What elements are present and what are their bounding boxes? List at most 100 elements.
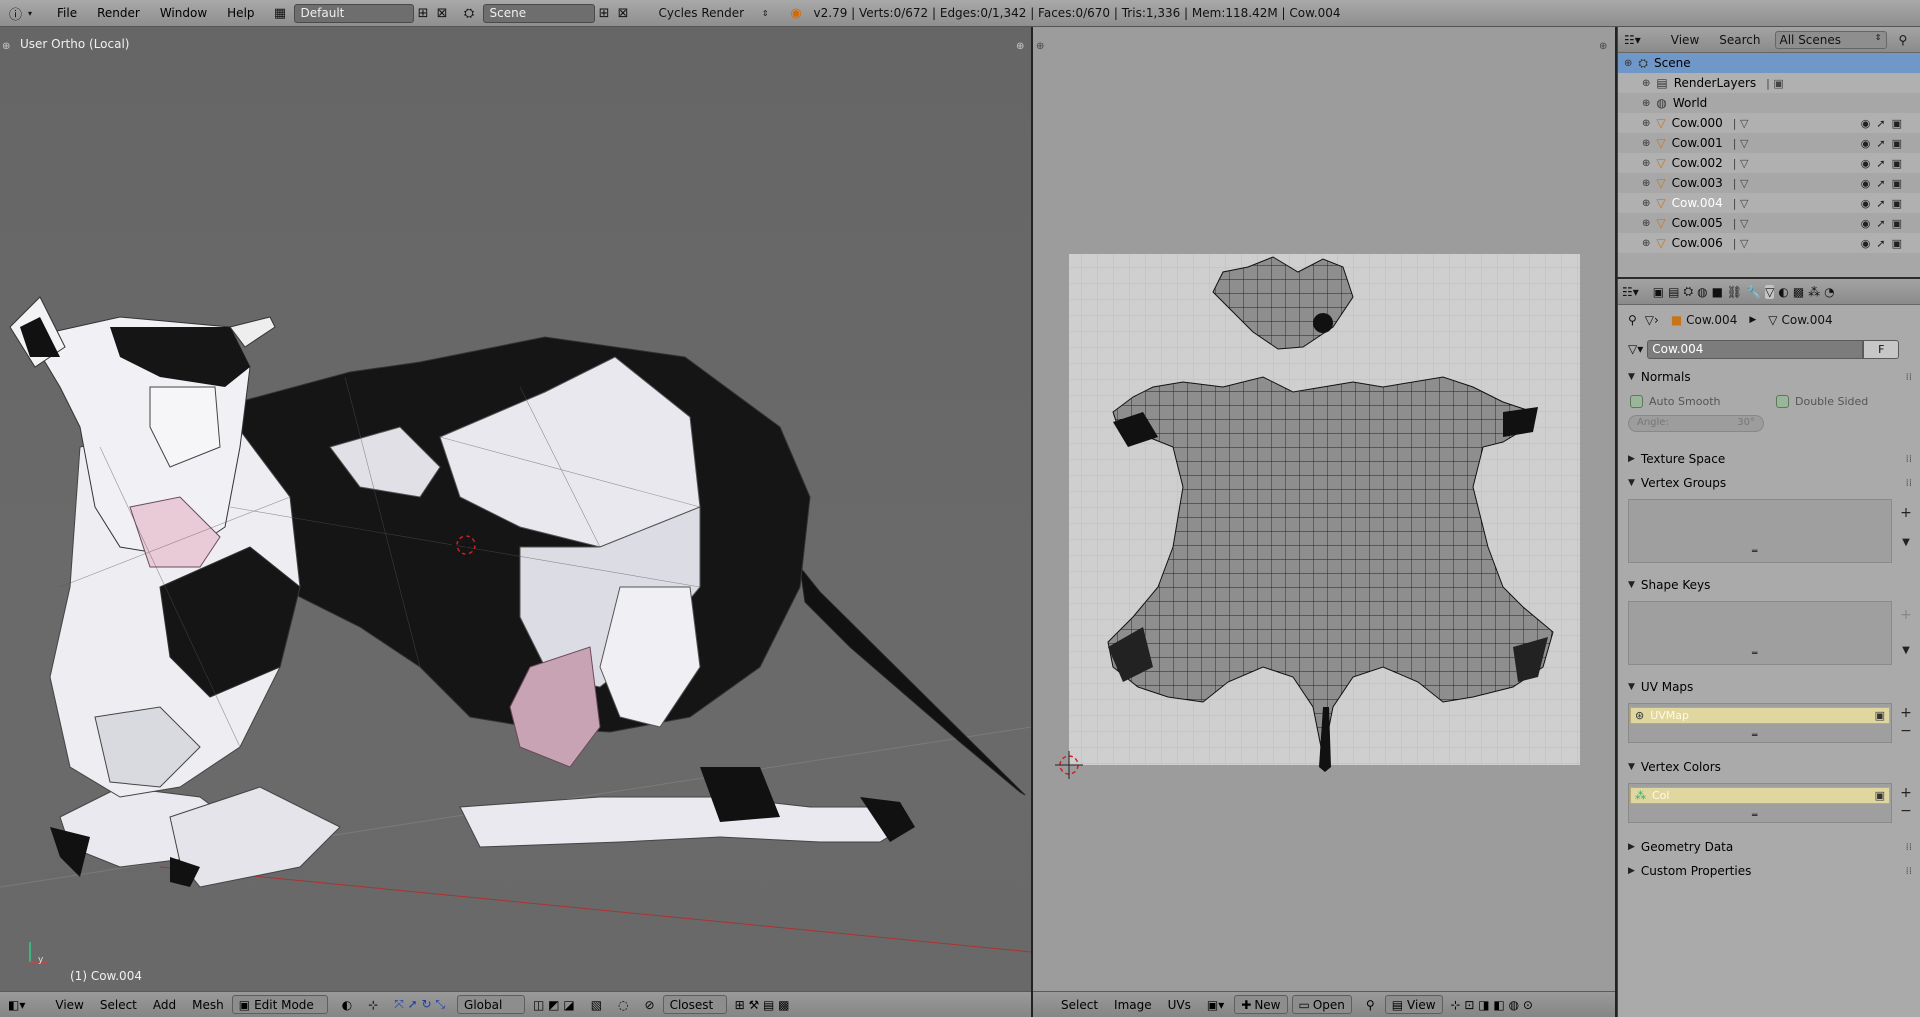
add-layout-icon[interactable]: ⊞ xyxy=(414,4,433,23)
mesh-data-icon[interactable]: | ▽ xyxy=(1733,177,1749,190)
vertex-groups-list[interactable] xyxy=(1628,499,1892,563)
drag-handle-icon[interactable]: ⁞⁞ xyxy=(1906,842,1912,853)
drag-handle-icon[interactable]: ⁞⁞ xyxy=(1906,478,1912,489)
scene-selector[interactable]: Scene xyxy=(482,3,595,23)
mesh-data-icon[interactable]: | ▽ xyxy=(1733,157,1749,170)
select-mode-icons[interactable]: ◫ ◩ ◪ xyxy=(525,998,583,1012)
pin-icon[interactable]: ⚲ xyxy=(1358,998,1383,1012)
angle-field[interactable]: Angle: 30° xyxy=(1628,415,1764,432)
visibility-toggle-icons[interactable]: ◉➚▣ xyxy=(1861,137,1908,150)
outliner-row-label[interactable]: Cow.001 xyxy=(1672,136,1723,150)
shape-keys-list[interactable] xyxy=(1628,601,1892,665)
chevron-down-icon[interactable]: ▾ xyxy=(25,4,35,23)
expand-icon[interactable]: ⊕ xyxy=(1642,138,1650,149)
outliner-view-menu[interactable]: View xyxy=(1671,33,1699,47)
outliner-row[interactable]: ⊕ ▤ RenderLayers | ▣ xyxy=(1618,73,1920,93)
outliner-row-label[interactable]: World xyxy=(1673,96,1707,110)
outliner-row[interactable]: ⊕ ▽ Cow.000 | ▽ ◉➚▣ xyxy=(1618,113,1920,133)
add-icon[interactable]: + xyxy=(1898,505,1914,521)
menu-image[interactable]: Image xyxy=(1106,998,1160,1012)
modifiers-tab-icon[interactable]: 🔧 xyxy=(1746,285,1761,299)
render-engine-selector[interactable]: Cycles Render ⇕ xyxy=(659,6,769,20)
outliner-row-label[interactable]: RenderLayers xyxy=(1674,76,1756,90)
menu-select-uv[interactable]: Select xyxy=(1053,998,1106,1012)
scene-tab-icon[interactable]: ⛭ xyxy=(1683,284,1693,299)
view-mode-selector[interactable]: ▤ View xyxy=(1384,995,1443,1014)
menu-help[interactable]: Help xyxy=(217,6,264,20)
mesh-data-icon[interactable]: | ▽ xyxy=(1733,237,1749,250)
snap-target-selector[interactable]: Closest xyxy=(662,995,727,1014)
panel-uv-maps-header[interactable]: ▼ UV Maps xyxy=(1618,675,1920,699)
double-sided-checkbox[interactable]: Double Sided xyxy=(1776,395,1868,408)
shading-icon[interactable]: ◐ xyxy=(334,998,360,1012)
object-tab-icon[interactable]: ■ xyxy=(1712,285,1723,299)
add-icon[interactable]: + xyxy=(1898,607,1914,623)
cow-mesh-view[interactable]: y xyxy=(0,27,1031,991)
list-resize-icon[interactable]: ═ xyxy=(1752,649,1757,659)
layers-tab-icon[interactable]: ▤ xyxy=(1668,285,1679,299)
menu-mesh[interactable]: Mesh xyxy=(184,998,232,1012)
pivot-icon[interactable]: ⊹ xyxy=(360,998,386,1012)
render-icons[interactable]: ⊞ ⚒ ▤ ▩ xyxy=(727,998,798,1012)
mesh-data-icon[interactable]: | ▽ xyxy=(1733,117,1749,130)
outliner-editor-icon[interactable]: ☷▾ xyxy=(1624,33,1641,47)
outliner-row-label[interactable]: Cow.003 xyxy=(1672,176,1723,190)
auto-smooth-checkbox[interactable]: Auto Smooth xyxy=(1630,395,1720,408)
expand-icon[interactable]: ⊕ xyxy=(1642,198,1650,209)
expand-icon[interactable]: ⊕ xyxy=(1642,178,1650,189)
fake-user-button[interactable]: F xyxy=(1863,339,1900,359)
particles-tab-icon[interactable]: ⁂ xyxy=(1808,285,1820,299)
menu-uvs[interactable]: UVs xyxy=(1160,998,1199,1012)
close-layout-icon[interactable]: ⊠ xyxy=(433,4,452,23)
chevron-down-icon[interactable]: ▼ xyxy=(1898,535,1914,551)
region-toggle-icon[interactable]: ⊕ xyxy=(1016,41,1024,52)
expand-icon[interactable]: ⊕ xyxy=(1642,158,1650,169)
outliner-row-label[interactable]: Cow.000 xyxy=(1672,116,1723,130)
visibility-toggle-icons[interactable]: ◉➚▣ xyxy=(1861,217,1908,230)
menu-view[interactable]: View xyxy=(47,998,91,1012)
mesh-data-icon[interactable]: | ▽ xyxy=(1733,217,1749,230)
snap-icon[interactable]: ⊘ xyxy=(637,998,663,1012)
render-active-icon[interactable]: ▣ xyxy=(1875,709,1885,722)
panel-vertex-colors-header[interactable]: ▼ Vertex Colors xyxy=(1618,755,1920,779)
scene-icon[interactable]: ⛭ xyxy=(460,4,479,23)
image-browse-icon[interactable]: ▣▾ xyxy=(1199,998,1232,1012)
menu-file[interactable]: File xyxy=(47,6,87,20)
outliner-row[interactable]: ⊕ ◍ World xyxy=(1618,93,1920,113)
panel-normals-header[interactable]: ▼ Normals ⁞⁞ xyxy=(1618,365,1920,389)
occlude-icon[interactable]: ▧ xyxy=(583,998,610,1012)
layout-selector[interactable]: Default xyxy=(293,3,414,23)
panel-shape-keys-header[interactable]: ▼ Shape Keys xyxy=(1618,573,1920,597)
outliner-row[interactable]: ⊕ ▽ Cow.001 | ▽ ◉➚▣ xyxy=(1618,133,1920,153)
mesh-data-icon[interactable]: | ▽ xyxy=(1733,197,1749,210)
expand-icon[interactable]: ⊕ xyxy=(1642,218,1650,229)
panel-texture-space-header[interactable]: ▶ Texture Space ⁞⁞ xyxy=(1618,447,1920,471)
outliner-row-label[interactable]: Cow.006 xyxy=(1672,236,1723,250)
render-active-icon[interactable]: ▣ xyxy=(1875,789,1885,802)
outliner-row-label[interactable]: Scene xyxy=(1654,56,1691,70)
menu-select[interactable]: Select xyxy=(92,998,145,1012)
info-editor-icon[interactable]: ⓘ xyxy=(6,4,25,23)
list-resize-icon[interactable]: ═ xyxy=(1752,731,1757,741)
outliner-row[interactable]: ⊕ ▽ Cow.003 | ▽ ◉➚▣ xyxy=(1618,173,1920,193)
uv-map-item[interactable]: ⊛ UVMap ▣ xyxy=(1630,707,1890,724)
data-tab-icon[interactable]: ▽ xyxy=(1765,284,1775,299)
proportional-icon[interactable]: ◌ xyxy=(610,998,636,1012)
menu-add[interactable]: Add xyxy=(145,998,184,1012)
expand-icon[interactable]: ⊕ xyxy=(1642,98,1650,109)
render-tab-icon[interactable]: ▣ xyxy=(1653,285,1664,299)
visibility-toggle-icons[interactable]: ◉➚▣ xyxy=(1861,177,1908,190)
outliner-row[interactable]: ⊕ ▽ Cow.002 | ▽ ◉➚▣ xyxy=(1618,153,1920,173)
render-layer-icon[interactable]: | ▣ xyxy=(1766,77,1784,90)
list-resize-icon[interactable]: ═ xyxy=(1752,811,1757,821)
pin-icon[interactable]: ⚲ xyxy=(1628,313,1637,327)
expand-icon[interactable]: ⊕ xyxy=(1642,238,1650,249)
outliner-row[interactable]: ⊕ ▽ Cow.005 | ▽ ◉➚▣ xyxy=(1618,213,1920,233)
search-icon[interactable]: ⚲ xyxy=(1899,33,1908,47)
open-image-button[interactable]: ▭ Open xyxy=(1291,995,1352,1014)
panel-geometry-data-header[interactable]: ▶ Geometry Data ⁞⁞ xyxy=(1618,835,1920,859)
expand-icon[interactable]: ⊕ xyxy=(1642,78,1650,89)
mesh-data-icon[interactable]: | ▽ xyxy=(1733,137,1749,150)
vertex-color-item[interactable]: ⁂ Col ▣ xyxy=(1630,787,1890,804)
new-image-button[interactable]: ✚ New xyxy=(1234,995,1288,1014)
